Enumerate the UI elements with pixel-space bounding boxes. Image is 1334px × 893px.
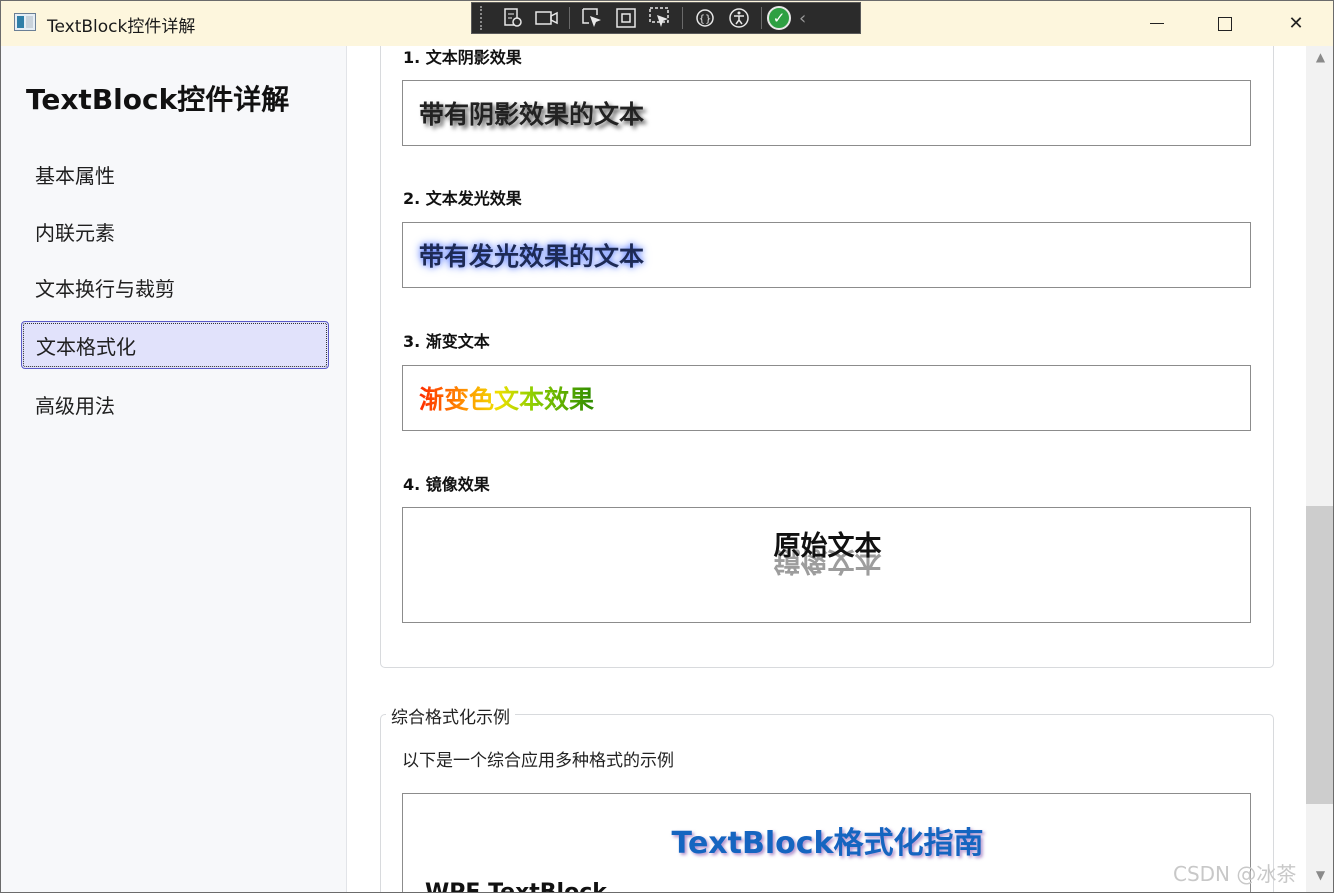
app-window: TextBlock控件详解 ✕ {} ✓ ‹ TextBlock控件详解 基本属… [0, 0, 1334, 893]
scrollbar-thumb[interactable] [1306, 506, 1333, 804]
app-icon [14, 13, 36, 31]
content-panel: 1. 文本阴影效果 带有阴影效果的文本 2. 文本发光效果 带有发光效果的文本 … [348, 46, 1306, 893]
groupbox-description: 以下是一个综合应用多种格式的示例 [402, 751, 674, 771]
section-label-shadow: 1. 文本阴影效果 [403, 48, 522, 67]
section-label-mirror: 4. 镜像效果 [403, 475, 490, 494]
collapse-icon[interactable]: ‹ [799, 8, 806, 29]
svg-text:{}: {} [699, 14, 712, 25]
toolbar-separator [761, 7, 762, 29]
glow-sample-text: 带有发光效果的文本 [419, 242, 645, 271]
maximize-button[interactable] [1190, 1, 1260, 46]
combined-example-box: TextBlock格式化指南 WPF TextBlock [402, 793, 1251, 893]
hot-reload-icon[interactable]: {} [688, 4, 722, 32]
partial-text-line: WPF TextBlock [425, 880, 607, 893]
track-focus-icon[interactable] [643, 4, 677, 32]
mirror-demo-box: 原始文本 镜像文本 [402, 507, 1251, 623]
sidebar-item-advanced-usage[interactable]: 高级用法 [21, 380, 329, 428]
maximize-icon [1218, 16, 1232, 31]
sidebar-item-inline-elements[interactable]: 内联元素 [21, 207, 329, 255]
scroll-down-icon[interactable]: ▼ [1306, 868, 1333, 888]
glow-demo-box: 带有发光效果的文本 [402, 222, 1251, 288]
toolbar-separator [569, 7, 570, 29]
groupbox-header: 综合格式化示例 [386, 703, 515, 728]
close-icon: ✕ [1288, 13, 1304, 34]
sidebar: TextBlock控件详解 基本属性 内联元素 文本换行与裁剪 文本格式化 高级… [1, 46, 347, 892]
mirror-original-text: 原始文本 [773, 531, 882, 562]
sidebar-item-text-formatting[interactable]: 文本格式化 [21, 321, 329, 369]
check-icon[interactable]: ✓ [767, 6, 791, 30]
guide-title: TextBlock格式化指南 [671, 826, 984, 861]
gradient-sample-text: 渐变色文本效果 [419, 380, 594, 416]
xaml-debug-toolbar: {} ✓ ‹ [471, 2, 861, 34]
minimize-icon [1150, 23, 1164, 24]
section-label-glow: 2. 文本发光效果 [403, 189, 522, 208]
mirror-sample: 原始文本 镜像文本 [403, 524, 1252, 604]
video-icon[interactable] [530, 4, 564, 32]
select-element-icon[interactable] [575, 4, 609, 32]
window-title: TextBlock控件详解 [47, 17, 196, 37]
sidebar-item-wrapping-trimming[interactable]: 文本换行与裁剪 [21, 263, 329, 311]
scroll-up-icon[interactable]: ▲ [1306, 50, 1333, 70]
toolbar-separator [682, 7, 683, 29]
shadow-sample-text: 带有阴影效果的文本 [419, 100, 645, 129]
sidebar-item-basic-properties[interactable]: 基本属性 [21, 150, 329, 198]
live-visual-tree-icon[interactable] [496, 4, 530, 32]
minimize-button[interactable] [1122, 1, 1192, 46]
display-layout-adorners-icon[interactable] [609, 4, 643, 32]
section-label-gradient: 3. 渐变文本 [403, 332, 490, 351]
shadow-demo-box: 带有阴影效果的文本 [402, 80, 1251, 146]
sidebar-title: TextBlock控件详解 [26, 83, 290, 116]
gradient-demo-box: 渐变色文本效果 [402, 365, 1251, 431]
vertical-scrollbar[interactable]: ▲ ▼ [1306, 46, 1333, 892]
toolbar-grip-icon[interactable] [480, 6, 486, 30]
watermark: CSDN @冰茶 [1173, 862, 1297, 886]
close-button[interactable]: ✕ [1261, 1, 1331, 46]
accessibility-icon[interactable] [722, 4, 756, 32]
